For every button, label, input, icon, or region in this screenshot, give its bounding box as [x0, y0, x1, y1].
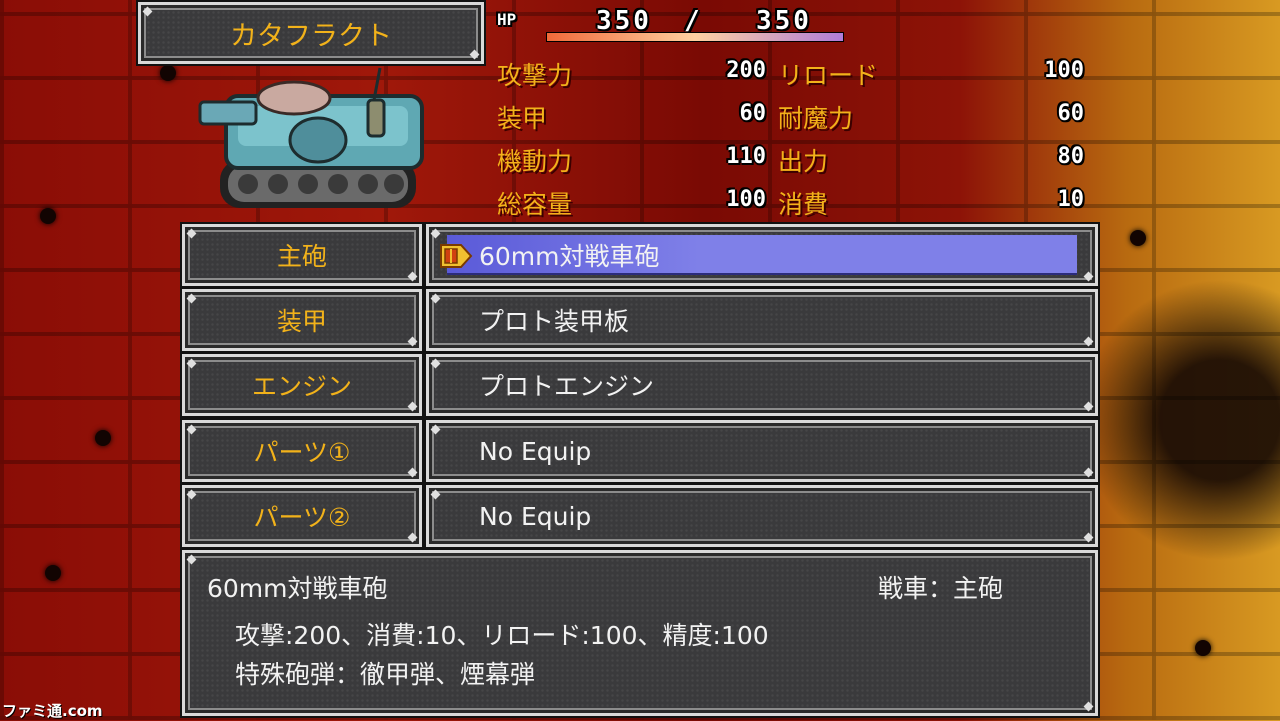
slot-item-parts-2[interactable]: No Equip: [426, 485, 1098, 547]
slot-item-text: プロトエンジン: [479, 372, 655, 401]
cursor-icon: [440, 244, 473, 268]
slot-label-parts-2[interactable]: パーツ②: [182, 485, 422, 547]
slot-item-text: 60mm対戦車砲: [479, 242, 660, 271]
slot-item-armor[interactable]: プロト装甲板: [426, 289, 1098, 351]
stat-consumption-label: 消費: [778, 190, 829, 219]
bullet-hole: [160, 65, 176, 81]
slot-item-text: No Equip: [479, 501, 592, 531]
stat-mobility-label: 機動力: [497, 147, 573, 176]
slot-label-text: 装甲: [276, 307, 327, 336]
stat-armor-label: 装甲: [497, 104, 548, 133]
stat-capacity-label: 総容量: [497, 190, 573, 219]
stat-reload-value: 100: [1044, 58, 1084, 83]
description-category: 戦車：主砲: [877, 574, 1003, 603]
description-item-name: 60mm対戦車砲: [207, 574, 388, 603]
stat-magic-resist-label: 耐魔力: [778, 104, 854, 133]
stat-magic-resist-value: 60: [1057, 101, 1085, 126]
stat-armor-value: 60: [739, 101, 767, 126]
slot-item-text: プロト装甲板: [479, 307, 630, 336]
bullet-hole: [45, 565, 61, 581]
stat-attack-value: 200: [726, 58, 766, 83]
description-stats: 攻撃:200、消費:10、リロード:100、精度:100: [235, 621, 769, 650]
bullet-hole: [1130, 230, 1146, 246]
stat-consumption-value: 10: [1057, 187, 1085, 212]
slot-item-engine[interactable]: プロトエンジン: [426, 354, 1098, 416]
slot-item-parts-1[interactable]: No Equip: [426, 420, 1098, 482]
hp-bar: [546, 32, 844, 42]
tank-sprite: [198, 67, 424, 208]
slot-label-main-gun[interactable]: 主砲: [182, 224, 422, 286]
slot-label-text: パーツ①: [253, 438, 351, 467]
slot-label-text: 主砲: [276, 242, 327, 271]
vehicle-name: カタフラクト: [230, 20, 392, 52]
hp-bar-fill: [547, 33, 843, 41]
description-panel: 60mm対戦車砲 戦車：主砲 攻撃:200、消費:10、リロード:100、精度:…: [182, 550, 1098, 716]
bullet-hole: [40, 208, 56, 224]
slot-label-text: パーツ②: [253, 503, 351, 532]
bullet-hole: [1195, 640, 1211, 656]
slot-label-parts-1[interactable]: パーツ①: [182, 420, 422, 482]
hp-label: HP: [497, 10, 517, 29]
stat-mobility-value: 110: [726, 144, 766, 169]
stat-attack-label: 攻撃力: [497, 61, 573, 90]
slot-label-armor[interactable]: 装甲: [182, 289, 422, 351]
stat-output-label: 出力: [778, 147, 829, 176]
stat-output-value: 80: [1057, 144, 1085, 169]
slot-label-text: エンジン: [251, 372, 352, 401]
bullet-hole: [95, 430, 111, 446]
stat-capacity-value: 100: [726, 187, 766, 212]
slot-label-engine[interactable]: エンジン: [182, 354, 422, 416]
slot-item-main-gun[interactable]: 60mm対戦車砲: [426, 224, 1098, 286]
vehicle-name-plate: カタフラクト: [138, 2, 484, 64]
slot-item-text: No Equip: [479, 436, 592, 466]
description-special: 特殊砲弾：徹甲弾、煙幕弾: [235, 660, 536, 689]
watermark-logo: ファミ通.com: [2, 702, 103, 720]
stat-reload-label: リロード: [778, 61, 879, 90]
